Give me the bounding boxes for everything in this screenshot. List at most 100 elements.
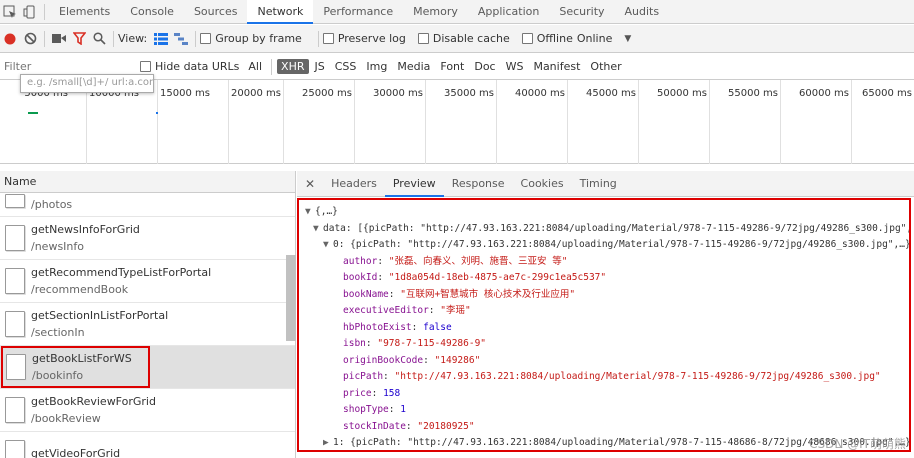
tab-memory[interactable]: Memory [403, 0, 468, 24]
tab-cookies[interactable]: Cookies [513, 171, 572, 197]
request-row[interactable]: getRecommendTypeListForPortal/recommendB… [0, 260, 295, 303]
filter-type-img[interactable]: Img [362, 59, 391, 74]
screenshot-video-icon[interactable] [49, 27, 69, 51]
json-colon: : [388, 404, 401, 415]
filter-type-doc[interactable]: Doc [470, 59, 499, 74]
json-field-row[interactable]: bookName: "互联网+智慧城市 核心技术及行业应用" [299, 287, 909, 304]
network-toolbar: View: Group by frame Preserve log Disabl… [0, 25, 914, 53]
name-column-header[interactable]: Name [0, 171, 296, 193]
filter-icon[interactable] [69, 27, 89, 51]
timeline-request-bar [156, 112, 158, 114]
preserve-log-checkbox[interactable]: Preserve log [322, 32, 406, 45]
json-field-row[interactable]: price: 158 [299, 386, 909, 403]
request-list-scrollbar[interactable] [286, 255, 296, 341]
checkbox-box[interactable] [417, 33, 429, 44]
filter-type-manifest[interactable]: Manifest [529, 59, 584, 74]
json-field-value: 158 [383, 387, 401, 399]
filter-type-all[interactable]: All [244, 59, 266, 74]
request-row-selected[interactable]: getBookListForWS/bookinfo [0, 346, 295, 389]
filter-type-js[interactable]: JS [311, 59, 329, 74]
filter-type-css[interactable]: CSS [331, 59, 361, 74]
tab-performance[interactable]: Performance [313, 0, 403, 24]
json-field-key: picPath [343, 371, 384, 382]
json-field-key: originBookCode [343, 354, 424, 366]
json-field-row[interactable]: picPath: "http://47.93.163.221:8084/uplo… [299, 369, 909, 386]
tab-response[interactable]: Response [444, 171, 513, 197]
json-field-row[interactable]: originBookCode: "149286" [299, 353, 909, 370]
filter-type-other[interactable]: Other [586, 59, 625, 74]
json-data-text: data: [{picPath: "http://47.93.163.221:8… [323, 222, 911, 234]
filter-type-xhr[interactable]: XHR [277, 59, 309, 74]
timeline-label: 35000 ms [444, 88, 494, 99]
json-field-row[interactable]: stockInDate: "20180925" [299, 419, 909, 436]
expand-triangle-icon[interactable]: ▼ [305, 204, 315, 221]
device-toolbar-icon[interactable] [20, 0, 40, 24]
tab-sources[interactable]: Sources [184, 0, 248, 24]
json-field-value: "互联网+智慧城市 核心技术及行业应用" [400, 288, 576, 300]
group-by-frame-checkbox[interactable]: Group by frame [200, 32, 302, 45]
inspect-element-icon[interactable] [0, 0, 20, 24]
request-row[interactable]: getNewsInfoForGrid/newsInfo [0, 217, 295, 260]
search-icon[interactable] [89, 27, 109, 51]
timeline-label: 55000 ms [728, 88, 778, 99]
tab-elements[interactable]: Elements [49, 0, 120, 24]
request-name: getBookReviewForGrid [31, 395, 156, 408]
tab-audits[interactable]: Audits [615, 0, 670, 24]
tab-network[interactable]: Network [247, 0, 314, 24]
tab-application[interactable]: Application [468, 0, 549, 24]
json-field-row[interactable]: author: "张磊、向春义、刘明、施晋、三亚安 等" [299, 254, 909, 271]
expand-triangle-icon[interactable]: ▼ [323, 237, 333, 254]
timeline-label: 65000 ms [862, 88, 912, 99]
json-colon: : [423, 354, 435, 366]
close-icon[interactable]: ✕ [297, 171, 323, 197]
offline-checkbox[interactable]: Offline [521, 32, 573, 45]
checkbox-box[interactable] [322, 33, 334, 44]
disable-cache-checkbox[interactable]: Disable cache [417, 32, 510, 45]
json-item-0-text: 0: {picPath: "http://47.93.163.221:8084/… [333, 239, 911, 250]
json-field-key: author [343, 255, 378, 267]
request-row[interactable]: getVideoForGrid [0, 432, 295, 458]
json-colon: : [388, 288, 401, 300]
expand-triangle-icon[interactable]: ▶ [323, 435, 333, 450]
filter-type-ws[interactable]: WS [502, 59, 528, 74]
checkbox-box[interactable] [140, 61, 151, 72]
tab-timing[interactable]: Timing [572, 171, 625, 197]
json-field-row[interactable]: executiveEditor: "李瑶" [299, 303, 909, 320]
tab-preview[interactable]: Preview [384, 171, 444, 197]
hide-data-urls-checkbox[interactable]: Hide data URLs [140, 60, 239, 73]
filter-type-font[interactable]: Font [436, 59, 468, 74]
json-data-node[interactable]: ▼ data: [{picPath: "http://47.93.163.221:… [299, 221, 909, 238]
request-row[interactable]: getBookReviewForGrid/bookReview [0, 389, 295, 432]
watermark: CSDN @IT萌萌熊 [809, 437, 906, 451]
file-icon [5, 268, 25, 294]
expand-triangle-icon[interactable]: ▼ [313, 221, 323, 238]
json-root[interactable]: ▼ {,…} [299, 204, 909, 221]
json-field-row[interactable]: shopType: 1 [299, 402, 909, 419]
json-field-row[interactable]: hbPhotoExist: false [299, 320, 909, 337]
checkbox-box[interactable] [521, 33, 533, 44]
tab-headers[interactable]: Headers [323, 171, 385, 197]
throttling-select[interactable]: Online [577, 32, 612, 45]
request-row[interactable]: /photos [0, 193, 295, 217]
json-field-value: "20180925" [417, 420, 475, 432]
record-icon[interactable] [0, 27, 20, 51]
clear-icon[interactable] [20, 27, 40, 51]
tab-security[interactable]: Security [549, 0, 614, 24]
overview-waterfall-icon[interactable] [171, 27, 191, 51]
tab-console[interactable]: Console [120, 0, 184, 24]
file-icon [6, 354, 26, 380]
gridline [780, 80, 781, 164]
chevron-down-icon[interactable]: ▼ [624, 34, 631, 44]
request-row[interactable]: getSectionInListForPortal/sectionIn [0, 303, 295, 346]
json-item-0[interactable]: ▼ 0: {picPath: "http://47.93.163.221:8084… [299, 237, 909, 254]
gridline [638, 80, 639, 164]
preserve-log-label: Preserve log [337, 32, 406, 45]
checkbox-box[interactable] [200, 33, 212, 44]
json-field-row[interactable]: bookId: "1d8a054d-18eb-4875-ae7c-299c1ea… [299, 270, 909, 287]
large-rows-icon[interactable] [151, 27, 171, 51]
json-field-row[interactable]: isbn: "978-7-115-49286-9" [299, 336, 909, 353]
filter-type-media[interactable]: Media [393, 59, 434, 74]
json-field-value: "1d8a054d-18eb-4875-ae7c-299c1ea5c537" [388, 272, 607, 283]
hide-data-urls-label: Hide data URLs [155, 60, 240, 73]
json-root-text: {,…} [315, 206, 338, 217]
